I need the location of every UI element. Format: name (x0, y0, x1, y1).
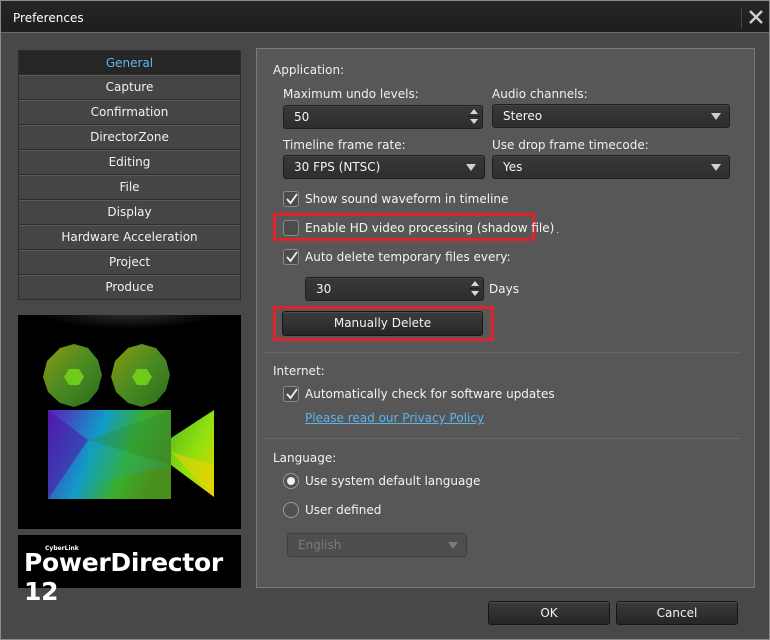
camera-icon (43, 344, 214, 499)
sidebar-item-editing[interactable]: Editing (18, 150, 241, 175)
frame-rate-label: Timeline frame rate: (283, 138, 406, 152)
user-defined-label: User defined (305, 503, 382, 517)
category-list: General Capture Confirmation DirectorZon… (18, 50, 241, 300)
spin-buttons[interactable] (469, 280, 481, 298)
close-icon (749, 10, 763, 24)
drop-frame-select[interactable]: Yes (492, 155, 730, 179)
spin-down-icon[interactable] (471, 291, 479, 296)
auto-delete-label: Auto delete temporary files every: (305, 250, 511, 264)
user-defined-radio[interactable] (283, 502, 299, 518)
brand-banner: CyberLink PowerDirector 12 (18, 535, 241, 606)
auto-update-checkbox[interactable] (283, 386, 299, 402)
undo-levels-spinbox[interactable]: 50 (283, 105, 483, 129)
days-unit-label: Days (489, 282, 519, 296)
sidebar-item-display[interactable]: Display (18, 200, 241, 225)
sidebar-item-directorzone[interactable]: DirectorZone (18, 125, 241, 150)
checkmark-icon (286, 193, 298, 205)
language-value: English (298, 538, 342, 552)
auto-delete-checkbox[interactable] (283, 249, 299, 265)
sidebar-item-project[interactable]: Project (18, 250, 241, 275)
chevron-down-icon (466, 164, 476, 171)
privacy-policy-link[interactable]: Please read our Privacy Policy (305, 411, 484, 425)
manually-delete-button[interactable]: Manually Delete (282, 311, 483, 336)
checkmark-icon (286, 388, 298, 400)
checkmark-icon (286, 251, 298, 263)
undo-levels-label: Maximum undo levels: (283, 87, 419, 101)
system-language-label: Use system default language (305, 474, 481, 488)
auto-update-label: Automatically check for software updates (305, 387, 555, 401)
divider (264, 438, 741, 439)
spin-up-icon[interactable] (471, 281, 479, 286)
spin-down-icon[interactable] (470, 119, 478, 124)
chevron-down-icon (448, 542, 458, 549)
audio-channels-value: Stereo (503, 109, 543, 123)
spin-up-icon[interactable] (470, 109, 478, 114)
cancel-button[interactable]: Cancel (616, 601, 738, 625)
sidebar-item-hardware-acceleration[interactable]: Hardware Acceleration (18, 225, 241, 250)
preferences-dialog: Preferences General Capture Confirmation… (0, 0, 770, 640)
undo-levels-value: 50 (294, 110, 310, 124)
drop-frame-label: Use drop frame timecode: (492, 138, 649, 152)
title-separator (741, 7, 742, 29)
sidebar-item-file[interactable]: File (18, 175, 241, 200)
language-select[interactable]: English (287, 533, 467, 557)
spin-buttons[interactable] (468, 108, 480, 126)
language-heading: Language: (273, 451, 337, 465)
application-heading: Application: (273, 63, 345, 77)
sidebar-item-confirmation[interactable]: Confirmation (18, 100, 241, 125)
divider (264, 352, 741, 353)
powerdirector-logo (18, 315, 241, 529)
window-title: Preferences (13, 11, 84, 25)
chevron-down-icon (711, 113, 721, 120)
close-button[interactable] (745, 5, 767, 29)
waveform-checkbox[interactable] (283, 191, 299, 207)
sidebar-item-produce[interactable]: Produce (18, 275, 241, 300)
audio-channels-select[interactable]: Stereo (492, 104, 730, 128)
hd-processing-label: Enable HD video processing (shadow file) (305, 221, 555, 235)
brand-name: PowerDirector 12 (24, 548, 223, 606)
hd-processing-checkbox[interactable] (283, 220, 299, 236)
chevron-down-icon (711, 164, 721, 171)
internet-heading: Internet: (273, 364, 325, 378)
frame-rate-select[interactable]: 30 FPS (NTSC) (283, 155, 485, 179)
days-spinbox[interactable]: 30 (305, 277, 484, 301)
system-language-radio[interactable] (283, 473, 299, 489)
audio-channels-label: Audio channels: (492, 87, 588, 101)
days-value: 30 (316, 282, 332, 296)
drop-frame-value: Yes (503, 160, 523, 174)
sidebar-item-capture[interactable]: Capture (18, 75, 241, 100)
waveform-label: Show sound waveform in timeline (305, 192, 509, 206)
frame-rate-value: 30 FPS (NTSC) (294, 160, 381, 174)
ok-button[interactable]: OK (488, 601, 610, 625)
general-settings-panel: Application: Maximum undo levels: 50 Aud… (256, 48, 755, 588)
sidebar-item-general[interactable]: General (18, 50, 241, 75)
title-bar: Preferences (1, 1, 769, 33)
